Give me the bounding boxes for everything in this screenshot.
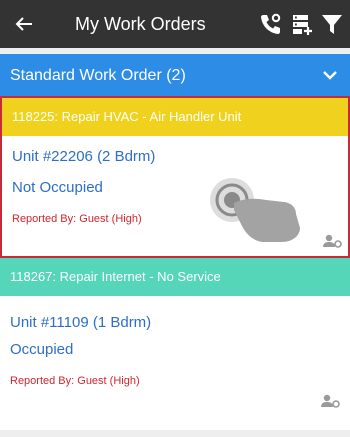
page-title: My Work Orders — [75, 14, 206, 34]
work-order-header: 118267: Repair Internet - No Service — [0, 258, 350, 296]
unit-label: Unit #11109 (1 Bdrm) — [10, 314, 152, 331]
work-order-header: 118225: Repair HVAC - Air Handler Unit — [2, 98, 348, 136]
reported-by: Reported By: Guest (High) — [12, 213, 142, 225]
work-order-title: 118225: Repair HVAC - Air Handler Unit — [12, 109, 242, 124]
reported-by: Reported By: Guest (High) — [10, 375, 140, 387]
group-label: Standard Work Order (2) — [10, 67, 186, 84]
assign-person-icon[interactable] — [320, 394, 340, 408]
app-toolbar: My Work Orders — [0, 0, 350, 48]
work-order-title: 118267: Repair Internet - No Service — [10, 269, 221, 284]
assign-person-icon[interactable] — [322, 234, 342, 248]
work-order-card[interactable]: 118267: Repair Internet - No Service Uni… — [0, 258, 350, 430]
tap-gesture-hand-icon — [210, 178, 300, 242]
server-add-icon[interactable] — [290, 12, 314, 36]
arrow-left-icon[interactable] — [10, 10, 38, 38]
occupancy-status: Not Occupied — [12, 179, 103, 196]
filter-icon[interactable] — [320, 12, 344, 36]
occupancy-status: Occupied — [10, 341, 74, 358]
phone-settings-icon[interactable] — [258, 12, 282, 36]
unit-label: Unit #22206 (2 Bdrm) — [12, 148, 156, 165]
work-order-group-header[interactable]: Standard Work Order (2) — [0, 54, 350, 96]
chevron-down-icon[interactable] — [322, 68, 338, 82]
